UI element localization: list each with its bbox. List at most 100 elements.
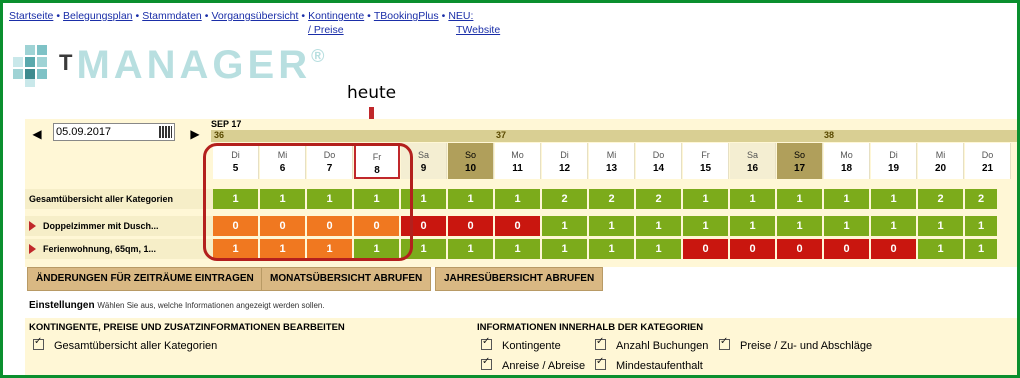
availability-cell[interactable]: 2: [636, 189, 681, 209]
nav-startseite[interactable]: Startseite: [9, 10, 53, 22]
day-20[interactable]: Mi 20: [918, 143, 964, 179]
availability-cell[interactable]: 1: [871, 216, 916, 236]
day-13[interactable]: Mi 13: [589, 143, 635, 179]
availability-cell[interactable]: 1: [683, 216, 728, 236]
availability-cell[interactable]: 0: [824, 239, 869, 259]
option-kontingente[interactable]: Kontingente: [481, 336, 561, 352]
availability-cell[interactable]: 0: [871, 239, 916, 259]
availability-cell[interactable]: 0: [730, 239, 775, 259]
calendar-icon[interactable]: [159, 126, 172, 138]
settings-heading: Einstellungen Wählen Sie aus, welche Inf…: [29, 300, 325, 311]
nav-separator: •: [301, 10, 306, 22]
nav-neu[interactable]: NEU:: [448, 10, 473, 22]
day-number: 15: [699, 163, 712, 174]
availability-cell[interactable]: 1: [824, 216, 869, 236]
option-mindestaufenthalt[interactable]: Mindestaufenthalt: [595, 356, 703, 372]
day-15[interactable]: Fr 15: [683, 143, 729, 179]
option-anzahl-buchungen[interactable]: Anzahl Buchungen: [595, 336, 709, 352]
expand-icon[interactable]: [29, 244, 36, 254]
day-19[interactable]: Di 19: [871, 143, 917, 179]
availability-cell[interactable]: 1: [824, 189, 869, 209]
option-gesamtuebersicht[interactable]: Gesamtübersicht aller Kategorien: [33, 336, 217, 352]
year-overview-button[interactable]: JAHRESÜBERSICHT ABRUFEN: [435, 267, 604, 291]
heute-annotation: heute: [347, 83, 397, 103]
nav-separator: •: [367, 10, 371, 22]
availability-cell[interactable]: 1: [542, 239, 587, 259]
day-14[interactable]: Do 14: [636, 143, 682, 179]
option-label: Anzahl Buchungen: [616, 340, 709, 352]
prev-button[interactable]: ◀: [29, 126, 45, 142]
checkbox-icon[interactable]: [595, 356, 606, 370]
day-18[interactable]: Mo 18: [824, 143, 870, 179]
availability-cell[interactable]: 2: [918, 189, 963, 209]
availability-cell[interactable]: 2: [965, 189, 997, 209]
day-name: Mi: [606, 150, 617, 160]
availability-cell[interactable]: 2: [542, 189, 587, 209]
availability-cell[interactable]: 1: [918, 239, 963, 259]
availability-cell[interactable]: 1: [918, 216, 963, 236]
nav-tbookingplus[interactable]: TBookingPlus: [374, 10, 439, 22]
availability-cell[interactable]: 1: [683, 189, 728, 209]
nav-separator: •: [56, 10, 61, 22]
day-11[interactable]: Mo 11: [495, 143, 541, 179]
checkbox-icon[interactable]: [595, 336, 606, 350]
day-21[interactable]: Do 21: [965, 143, 1011, 179]
availability-cell[interactable]: 1: [965, 239, 997, 259]
availability-cell[interactable]: 1: [589, 239, 634, 259]
day-name: Mo: [511, 150, 524, 160]
checkbox-icon[interactable]: [481, 336, 492, 350]
week-37: 37: [493, 130, 821, 142]
nav-twebsite[interactable]: TWebsite: [456, 24, 500, 36]
day-number: 16: [746, 163, 759, 174]
option-anreise-abreise[interactable]: Anreise / Abreise: [481, 356, 585, 372]
availability-cell[interactable]: 1: [965, 216, 997, 236]
availability-cell[interactable]: 1: [589, 216, 634, 236]
availability-cell[interactable]: 1: [871, 189, 916, 209]
availability-cell[interactable]: 1: [777, 216, 822, 236]
availability-cell[interactable]: 0: [777, 239, 822, 259]
date-input[interactable]: 05.09.2017: [53, 123, 175, 141]
nav-belegungsplan[interactable]: Belegungsplan: [63, 10, 132, 22]
availability-cell[interactable]: 1: [777, 189, 822, 209]
day-17[interactable]: So 17: [777, 143, 823, 179]
checkbox-icon[interactable]: [33, 336, 44, 350]
day-16[interactable]: Sa 16: [730, 143, 776, 179]
availability-cell[interactable]: 1: [730, 216, 775, 236]
checkbox-icon[interactable]: [481, 356, 492, 370]
availability-cell[interactable]: 0: [448, 216, 493, 236]
availability-cell[interactable]: 1: [636, 239, 681, 259]
day-name: Sa: [746, 150, 758, 160]
day-10[interactable]: So 10: [448, 143, 494, 179]
option-label: Kontingente: [502, 340, 561, 352]
availability-cell[interactable]: 1: [542, 216, 587, 236]
day-name: Do: [652, 150, 665, 160]
row-label-0: Gesamtübersicht aller Kategorien: [29, 194, 174, 204]
day-number: 20: [934, 163, 947, 174]
day-name: So: [793, 150, 805, 160]
changes-button[interactable]: ÄNDERUNGEN FÜR ZEITRÄUME EINTRAGEN: [27, 267, 263, 291]
checkbox-icon[interactable]: [719, 336, 730, 350]
nav-kontingente[interactable]: Kontingente: [308, 10, 364, 22]
availability-cell[interactable]: 0: [683, 239, 728, 259]
row-label-2[interactable]: Ferienwohnung, 65qm, 1...: [43, 244, 156, 254]
availability-cell[interactable]: 1: [730, 189, 775, 209]
next-button[interactable]: ▶: [187, 126, 203, 142]
availability-cell[interactable]: 1: [448, 239, 493, 259]
availability-cell[interactable]: 1: [636, 216, 681, 236]
nav-preise[interactable]: / Preise: [308, 24, 344, 36]
availability-cell[interactable]: 0: [495, 216, 540, 236]
availability-cell[interactable]: 1: [495, 239, 540, 259]
option-label: Mindestaufenthalt: [616, 360, 703, 372]
availability-cell[interactable]: 2: [589, 189, 634, 209]
option-preise[interactable]: Preise / Zu- und Abschläge: [719, 336, 873, 352]
day-12[interactable]: Di 12: [542, 143, 588, 179]
month-overview-button[interactable]: MONATSÜBERSICHT ABRUFEN: [261, 267, 432, 291]
right-section-title: INFORMATIONEN INNERHALB DER KATEGORIEN: [477, 322, 704, 333]
nav-stammdaten[interactable]: Stammdaten: [142, 10, 202, 22]
availability-cell[interactable]: 1: [495, 189, 540, 209]
availability-cell[interactable]: 1: [448, 189, 493, 209]
option-label: Preise / Zu- und Abschläge: [740, 340, 873, 352]
nav-vorgangsuebersicht[interactable]: Vorgangsübersicht: [211, 10, 298, 22]
row-label-1[interactable]: Doppelzimmer mit Dusch...: [43, 221, 159, 231]
expand-icon[interactable]: [29, 221, 36, 231]
